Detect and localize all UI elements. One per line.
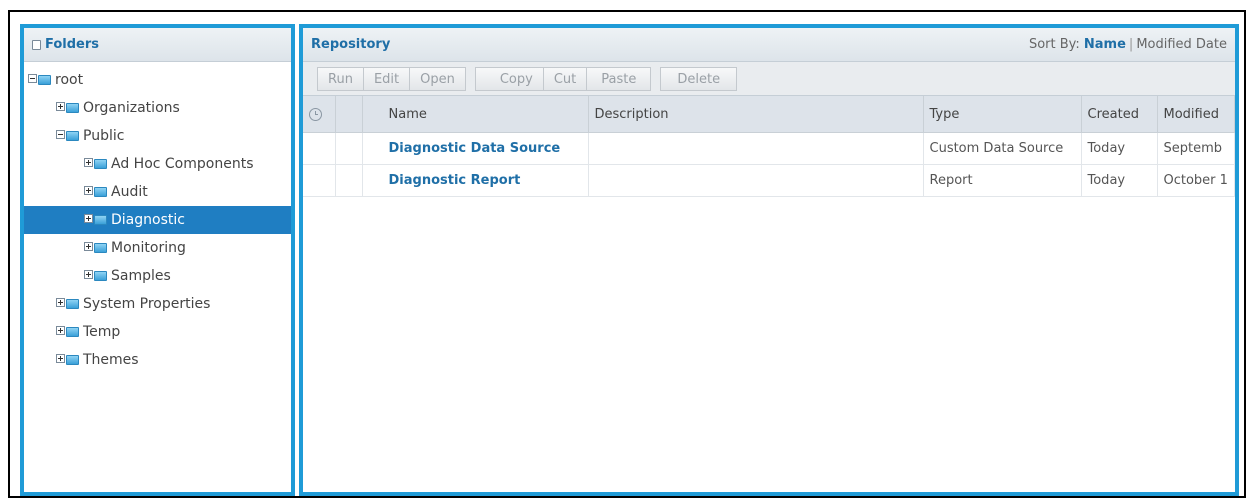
resource-modified: October 1 [1157, 164, 1235, 197]
column-header-description[interactable]: Description [588, 96, 924, 133]
toolbar-group-delete: Delete [660, 66, 738, 91]
resource-created: Today [1081, 164, 1158, 197]
folder-expand-icon[interactable] [84, 185, 107, 199]
tree-node-label: Themes [83, 352, 139, 368]
tree-node-monitoring[interactable]: Monitoring [24, 234, 291, 262]
tree-node-public[interactable]: Public [24, 122, 291, 150]
repository-title: Repository [311, 37, 391, 52]
copy-button[interactable]: Copy [474, 66, 544, 91]
folder-collapse-icon[interactable] [28, 73, 51, 87]
tree-node-label: Temp [83, 324, 121, 340]
resource-type: Report [923, 164, 1082, 197]
row-recent-cell [303, 132, 336, 165]
tree-node-ad-hoc-components[interactable]: Ad Hoc Components [24, 150, 291, 178]
clock-icon [309, 107, 322, 121]
row-select-cell[interactable] [335, 164, 363, 197]
repository-panel: Repository Sort By: Name | Modified Date R… [299, 24, 1239, 496]
resource-created: Today [1081, 132, 1158, 165]
resource-name-link[interactable]: Diagnostic Report [362, 164, 589, 197]
folders-panel: Folders root Organizations Public Ad Hoc… [20, 24, 295, 496]
toolbar-group-actions: Run Edit Open [317, 66, 466, 91]
table-row[interactable]: Diagnostic Report Report Today October 1 [303, 164, 1235, 197]
folder-expand-icon[interactable] [84, 213, 107, 227]
folders-title: Folders [45, 37, 100, 52]
folders-header: Folders [24, 28, 291, 62]
sort-separator: | [1128, 37, 1134, 52]
sort-by-modified-date[interactable]: Modified Date [1136, 37, 1227, 52]
sort-by-name[interactable]: Name [1084, 37, 1126, 52]
folder-expand-icon[interactable] [56, 353, 79, 367]
column-header-modified[interactable]: Modified [1157, 96, 1235, 133]
folder-expand-icon[interactable] [84, 269, 107, 283]
delete-button[interactable]: Delete [660, 66, 738, 91]
folder-collapse-icon[interactable] [56, 129, 79, 143]
resource-type: Custom Data Source [923, 132, 1082, 165]
tree-node-audit[interactable]: Audit [24, 178, 291, 206]
tree-node-label: Audit [111, 184, 148, 200]
collapse-panel-icon[interactable] [32, 39, 41, 50]
folder-expand-icon[interactable] [84, 157, 107, 171]
repository-table: Name Description Type Created Modified D… [303, 96, 1235, 197]
cut-button[interactable]: Cut [542, 66, 588, 91]
edit-button[interactable]: Edit [362, 66, 411, 91]
folder-expand-icon[interactable] [84, 241, 107, 255]
tree-node-temp[interactable]: Temp [24, 318, 291, 346]
folder-expand-icon[interactable] [56, 297, 79, 311]
tree-node-diagnostic[interactable]: Diagnostic [24, 206, 291, 234]
folder-expand-icon[interactable] [56, 325, 79, 339]
sort-by-label: Sort By: [1028, 37, 1080, 52]
tree-node-label: Organizations [83, 100, 180, 116]
row-recent-cell [303, 164, 336, 197]
folder-tree: root Organizations Public Ad Hoc Compone… [24, 62, 291, 374]
sort-by-control: Sort By: Name | Modified Date [1029, 37, 1227, 52]
tree-node-themes[interactable]: Themes [24, 346, 291, 374]
tree-node-root[interactable]: root [24, 66, 291, 94]
resource-description [588, 132, 924, 165]
resource-modified: Septemb [1157, 132, 1235, 165]
table-row[interactable]: Diagnostic Data Source Custom Data Sourc… [303, 132, 1235, 165]
tree-node-label: Samples [111, 268, 171, 284]
repository-toolbar: Run Edit Open Copy Cut Paste Delete [303, 62, 1235, 96]
column-header-select [335, 96, 363, 133]
tree-node-system-properties[interactable]: System Properties [24, 290, 291, 318]
table-header-row: Name Description Type Created Modified [303, 96, 1235, 133]
repository-header: Repository Sort By: Name | Modified Date [303, 28, 1235, 62]
paste-button[interactable]: Paste [586, 66, 652, 91]
tree-node-label: Monitoring [111, 240, 186, 256]
column-header-recent[interactable] [303, 96, 336, 133]
column-header-type[interactable]: Type [923, 96, 1082, 133]
tree-node-label: System Properties [83, 296, 211, 312]
row-select-cell[interactable] [335, 132, 363, 165]
tree-node-samples[interactable]: Samples [24, 262, 291, 290]
open-button[interactable]: Open [409, 66, 466, 91]
resource-description [588, 164, 924, 197]
toolbar-group-clipboard: Copy Cut Paste [474, 66, 652, 91]
tree-node-label: Public [83, 128, 125, 144]
tree-node-organizations[interactable]: Organizations [24, 94, 291, 122]
tree-node-label: Diagnostic [111, 212, 185, 228]
tree-node-label: Ad Hoc Components [111, 156, 254, 172]
column-header-name[interactable]: Name [362, 96, 589, 133]
run-button[interactable]: Run [317, 66, 364, 91]
folder-expand-icon[interactable] [56, 101, 79, 115]
column-header-created[interactable]: Created [1081, 96, 1158, 133]
tree-node-label: root [55, 72, 84, 88]
resource-name-link[interactable]: Diagnostic Data Source [362, 132, 589, 165]
